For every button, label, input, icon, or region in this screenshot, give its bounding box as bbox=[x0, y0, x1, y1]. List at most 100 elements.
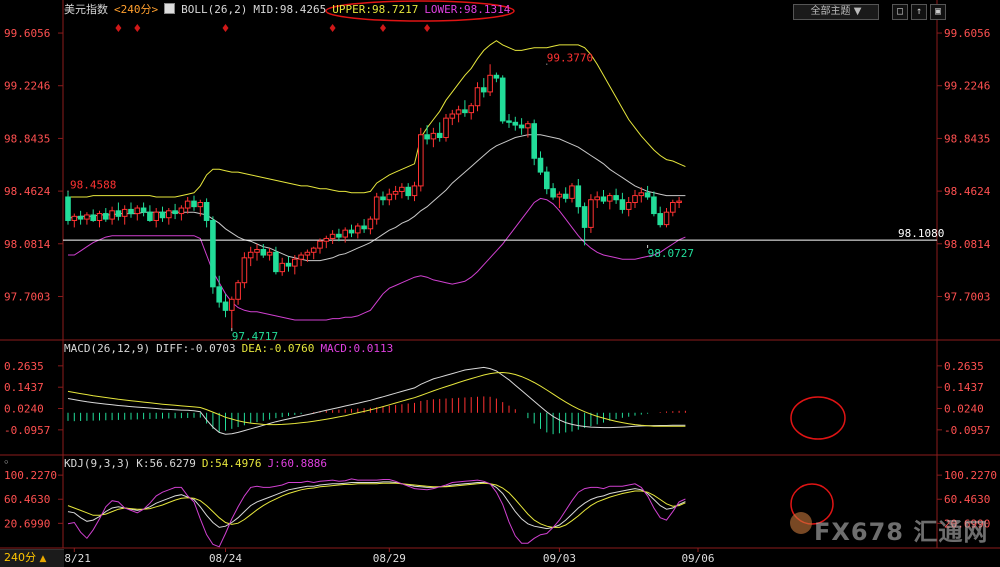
macd-label[interactable]: MACD(26,12,9) bbox=[64, 342, 150, 355]
candle-up bbox=[449, 113, 456, 119]
candle-down bbox=[531, 123, 538, 159]
candle-up bbox=[166, 210, 172, 219]
candle-up bbox=[468, 105, 474, 114]
candle-up bbox=[178, 207, 185, 215]
date-tick-label: 09/03 bbox=[543, 552, 576, 565]
candle-down bbox=[222, 301, 229, 311]
candle-up bbox=[279, 262, 285, 273]
boll-settings-icon[interactable] bbox=[164, 3, 176, 14]
boll-label[interactable]: BOLL(26,2) bbox=[181, 3, 247, 16]
macd-panel[interactable]: 0.2635 0.2635 0.1437 0.1437 0.0240 0.0240 -0.0… bbox=[4, 360, 990, 440]
price-panel[interactable]: 99.6056 99.6056 99.2246 99.2246 98.8435 98.84… bbox=[4, 0, 991, 343]
candle-down bbox=[115, 210, 122, 217]
candle-up bbox=[310, 247, 317, 253]
kdj-settings-marker[interactable]: ◦ bbox=[3, 456, 10, 469]
candle-down bbox=[600, 196, 607, 202]
candle-up bbox=[355, 225, 361, 234]
candle-up bbox=[329, 233, 336, 239]
candle-up bbox=[229, 298, 235, 311]
candle-up bbox=[556, 193, 563, 198]
kdj-label[interactable]: KDJ(9,3,3) bbox=[64, 457, 130, 470]
kline-chart-canvas[interactable]: 99.6056 99.6056 99.2246 99.2246 98.8435 98.84… bbox=[0, 0, 1000, 566]
candle-down bbox=[191, 200, 197, 208]
watermark-text: FX678 汇通网 bbox=[814, 518, 989, 546]
candle-up bbox=[184, 200, 191, 209]
candle-up bbox=[367, 218, 374, 230]
time-axis: 08/21 08/24 08/29 09/03 09/06 bbox=[58, 548, 715, 565]
event-diamond-marker bbox=[329, 24, 336, 32]
price-tick-label: 98.4624 bbox=[4, 185, 51, 198]
candle-up bbox=[254, 249, 260, 253]
candle-up bbox=[84, 214, 90, 220]
candle-down bbox=[619, 199, 626, 210]
period-selector-label: 240分 bbox=[4, 551, 36, 564]
candle-down bbox=[380, 196, 386, 201]
candle-up bbox=[96, 213, 103, 221]
candle-down bbox=[506, 120, 512, 123]
period-label: <240分> bbox=[114, 3, 159, 16]
kdj-d-value: D:54.4976 bbox=[201, 457, 262, 470]
date-tick-label: 08/24 bbox=[209, 552, 242, 565]
candle-up bbox=[304, 251, 311, 256]
candle-up bbox=[411, 185, 418, 197]
candle-up bbox=[121, 208, 128, 217]
candle-down bbox=[203, 202, 210, 221]
candle-down bbox=[210, 219, 216, 288]
price-tick-label: 98.8435 bbox=[4, 132, 50, 145]
price-panel-header: 美元指数 <240分> BOLL(26,2) MID:98.4265 UPPER:98.… bbox=[64, 3, 516, 17]
date-tick-label: 09/06 bbox=[681, 552, 714, 565]
candle-down bbox=[285, 262, 292, 267]
candle-down bbox=[159, 211, 166, 219]
candle-up bbox=[342, 229, 348, 238]
candle-up bbox=[588, 199, 594, 228]
macd-diff-value: DIFF:-0.0703 bbox=[156, 342, 236, 355]
price-tick-label: 99.6056 bbox=[944, 27, 990, 40]
kdj-j-line bbox=[67, 478, 686, 548]
restore-window-icon[interactable]: □ bbox=[892, 4, 908, 20]
candle-down bbox=[537, 157, 544, 173]
period-selector[interactable]: 240分 ▲ bbox=[0, 549, 64, 567]
extreme-price-label: 99.3770 bbox=[547, 52, 593, 65]
candle-down bbox=[651, 196, 657, 215]
macd-tick-label: 0.2635 bbox=[944, 360, 984, 373]
maximize-window-icon[interactable]: ▣ bbox=[930, 4, 946, 20]
boll-upper-value: UPPER:98.7217 bbox=[332, 3, 419, 16]
candle-up bbox=[386, 193, 393, 201]
candle-up bbox=[455, 109, 462, 115]
candle-up bbox=[625, 202, 632, 210]
arrow-up-icon[interactable]: ↑ bbox=[911, 4, 927, 20]
theme-dropdown-button[interactable]: 全部主题 ▼ bbox=[793, 4, 879, 20]
boll-lower-value: LOWER:98.1314 bbox=[424, 3, 511, 16]
candle-down bbox=[575, 185, 582, 208]
candle-down bbox=[260, 249, 267, 256]
candle-up bbox=[663, 211, 670, 226]
macd-tick-label: 0.0240 bbox=[4, 403, 44, 416]
price-tick-label: 99.2246 bbox=[944, 80, 990, 93]
boll-mid-value: MID:98.4265 bbox=[253, 3, 327, 16]
candle-up bbox=[399, 186, 405, 192]
price-tick-label: 98.4624 bbox=[944, 185, 991, 198]
candle-down bbox=[657, 213, 664, 226]
macd-tick-label: -0.0957 bbox=[944, 424, 990, 437]
candle-up bbox=[71, 215, 78, 221]
candle-down bbox=[361, 225, 367, 230]
event-diamond-marker bbox=[222, 24, 229, 32]
candle-down bbox=[644, 192, 651, 198]
kdj-panel-header: KDJ(9,3,3) K:56.6279 D:54.4976 J:60.8886 bbox=[64, 457, 333, 471]
extreme-price-label: 98.4588 bbox=[70, 179, 116, 192]
candle-down bbox=[512, 121, 519, 126]
price-tick-label: 99.6056 bbox=[4, 27, 50, 40]
candle-up bbox=[638, 192, 645, 197]
candle-down bbox=[493, 74, 500, 79]
candle-down bbox=[65, 196, 71, 221]
candle-up bbox=[235, 282, 241, 300]
candle-down bbox=[216, 286, 222, 303]
candle-down bbox=[518, 124, 525, 129]
event-diamond-marker bbox=[115, 24, 122, 32]
candle-down bbox=[499, 77, 506, 122]
macd-dea-value: DEA:-0.0760 bbox=[241, 342, 315, 355]
candle-down bbox=[103, 213, 109, 220]
candle-up bbox=[266, 251, 273, 256]
candle-up bbox=[676, 200, 682, 204]
price-tick-label: 98.0814 bbox=[944, 238, 991, 251]
